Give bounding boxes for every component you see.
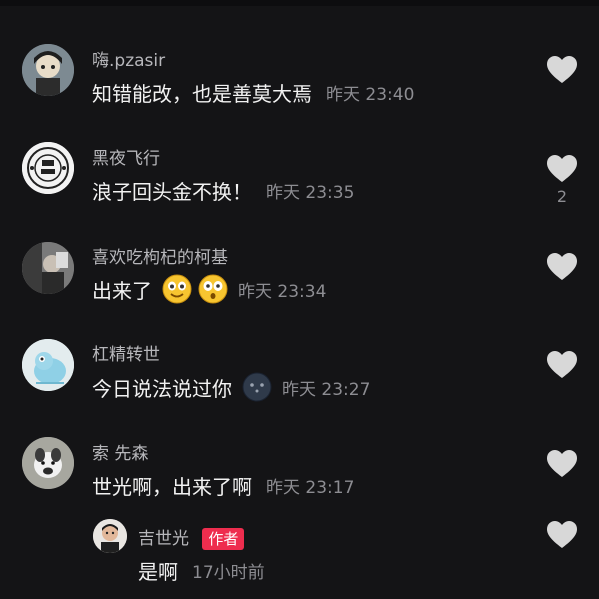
avatar[interactable] (22, 142, 74, 194)
reply-username-row: 吉世光 作者 (138, 524, 245, 550)
comment-text: 浪子回头金不换！ (92, 180, 252, 204)
heart-icon[interactable] (546, 252, 578, 282)
comment-text: 知错能改，也是善莫大焉 (92, 82, 312, 106)
comment-text: 出来了 (92, 278, 152, 303)
author-badge: 作者 (202, 528, 245, 550)
comment-time: 昨天 23:27 (282, 379, 371, 400)
heart-icon[interactable] (546, 154, 578, 184)
surprised-face-emoji (198, 274, 228, 304)
comment-content: 知错能改，也是善莫大焉 昨天 23:40 (92, 78, 414, 107)
avatar[interactable] (22, 339, 74, 391)
comment-content: 浪子回头金不换！ 昨天 23:35 (92, 176, 354, 205)
heart-icon[interactable] (546, 520, 578, 550)
reply-text: 是啊 (138, 560, 178, 584)
top-edge (0, 0, 599, 6)
reply-time: 17小时前 (192, 563, 265, 583)
comment-time: 昨天 23:35 (266, 183, 355, 203)
comment-time: 昨天 23:17 (266, 478, 355, 498)
comment-username[interactable]: 黑夜飞行 (92, 144, 160, 169)
heart-icon[interactable] (546, 350, 578, 380)
like-count: 2 (556, 187, 568, 206)
comment-content: 今日说法说过你 昨天 23:27 (92, 372, 370, 402)
comment-time: 昨天 23:40 (326, 85, 415, 105)
avatar[interactable] (22, 437, 74, 489)
comment-username[interactable]: 嗨.pzasir (92, 46, 165, 71)
comment-username[interactable]: 索 先森 (92, 439, 148, 464)
comment-content: 世光啊，出来了啊 昨天 23:17 (92, 471, 354, 500)
avatar[interactable] (22, 242, 74, 294)
avatar[interactable] (22, 44, 74, 96)
comment-content: 出来了 昨天 23:34 (92, 274, 326, 304)
comment-text: 世光啊，出来了啊 (92, 475, 252, 499)
dark-face-emoji (242, 372, 272, 402)
avatar[interactable] (93, 519, 127, 553)
reply-username[interactable]: 吉世光 (138, 529, 189, 549)
comment-username[interactable]: 杠精转世 (92, 340, 160, 365)
comment-username[interactable]: 喜欢吃枸杞的柯基 (92, 243, 228, 268)
smiling-face-emoji (162, 274, 192, 304)
comment-time: 昨天 23:34 (238, 281, 327, 302)
reply-content: 是啊 17小时前 (138, 556, 265, 585)
heart-icon[interactable] (546, 449, 578, 479)
comment-text: 今日说法说过你 (92, 376, 232, 401)
heart-icon[interactable] (546, 55, 578, 85)
